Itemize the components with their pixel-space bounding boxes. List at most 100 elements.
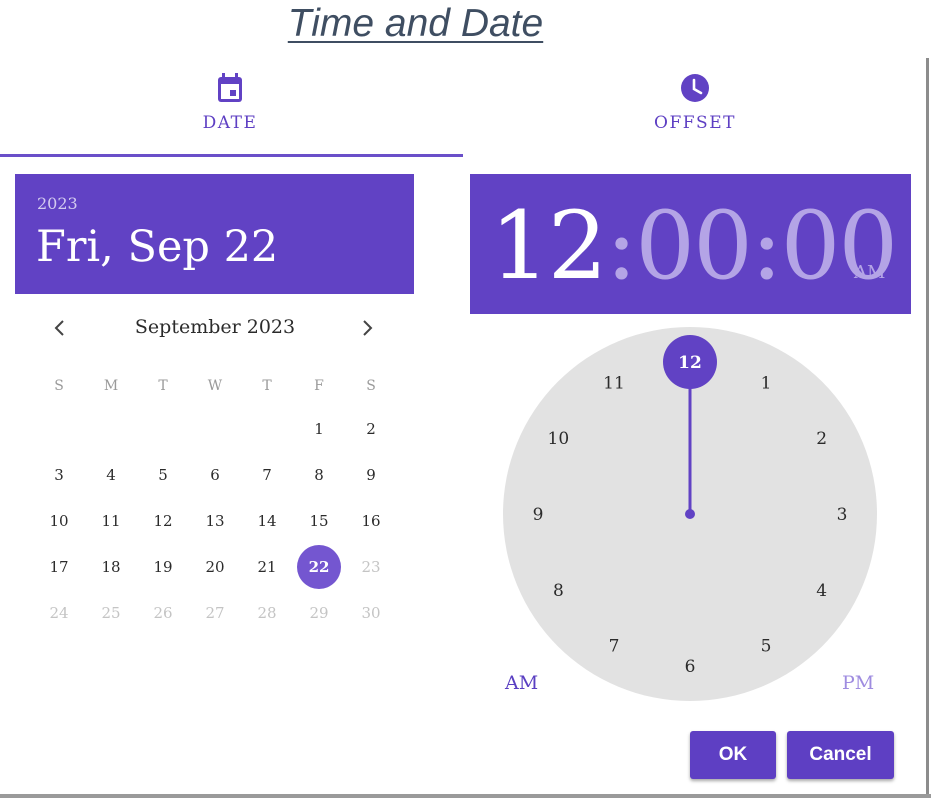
am-button[interactable]: AM	[505, 672, 538, 694]
calendar-day-label: 15	[309, 512, 329, 530]
calendar-day-label: 26	[153, 604, 173, 622]
clock-number-12[interactable]: 12	[678, 353, 702, 373]
weekday-label: W	[207, 378, 223, 394]
calendar-day-label: 1	[314, 420, 324, 438]
clock-icon	[465, 72, 925, 104]
weekday-label: M	[103, 378, 119, 394]
calendar-day[interactable]: 6	[189, 452, 241, 498]
calendar-day[interactable]: 3	[33, 452, 85, 498]
time-minutes-seconds[interactable]: :00:00	[606, 192, 899, 301]
calendar-day[interactable]: 9	[345, 452, 397, 498]
active-tab-indicator	[0, 154, 463, 157]
weekday-header-row: SMTWTFS	[33, 366, 397, 406]
ok-button[interactable]: OK	[690, 731, 776, 779]
calendar-week-row: 10 11 12 13 14 15 16	[33, 498, 397, 544]
clock-number-5[interactable]: 5	[761, 637, 772, 657]
calendar-empty-cell	[241, 406, 293, 452]
date-year[interactable]: 2023	[37, 194, 78, 213]
calendar-day: 24	[33, 590, 85, 636]
calendar-day-label: 12	[153, 512, 173, 530]
calendar-week-row: 17 18 19 20 21 22 23	[33, 544, 397, 590]
clock-number-7[interactable]: 7	[609, 637, 620, 657]
cancel-button[interactable]: Cancel	[787, 731, 894, 779]
calendar-empty-cell	[33, 406, 85, 452]
tab-offset[interactable]: OFFSET	[465, 72, 925, 133]
time-ampm[interactable]: AM	[854, 262, 885, 283]
calendar-day-label: 4	[106, 466, 116, 484]
calendar-day-label: 16	[361, 512, 381, 530]
clock-center-dot	[685, 509, 695, 519]
clock-number-4[interactable]: 4	[816, 581, 827, 601]
clock-number-8[interactable]: 8	[553, 581, 564, 601]
calendar-day: 26	[137, 590, 189, 636]
clock-number-3[interactable]: 3	[837, 505, 848, 525]
calendar-day[interactable]: 21	[241, 544, 293, 590]
dialog-border-right	[926, 58, 929, 798]
calendar-day[interactable]: 5	[137, 452, 189, 498]
clock-number-9[interactable]: 9	[533, 505, 544, 525]
calendar-day-label: 28	[257, 604, 277, 622]
calendar-day[interactable]: 15	[293, 498, 345, 544]
page-title-text: Time and Date	[287, 2, 544, 45]
calendar-day[interactable]: 7	[241, 452, 293, 498]
calendar-day: 25	[85, 590, 137, 636]
clock-number-11[interactable]: 11	[603, 373, 625, 393]
calendar-day[interactable]: 1	[293, 406, 345, 452]
calendar-day-label: 6	[210, 466, 220, 484]
calendar-day-label: 3	[54, 466, 64, 484]
calendar-week-row: 12	[33, 406, 397, 452]
calendar-day-label: 21	[257, 558, 277, 576]
calendar-day-selected[interactable]: 22	[293, 544, 345, 590]
next-month-button[interactable]	[353, 314, 381, 342]
weekday-label: F	[314, 378, 324, 394]
calendar-day[interactable]: 19	[137, 544, 189, 590]
tab-date[interactable]: DATE	[0, 72, 460, 133]
calendar-icon	[0, 72, 460, 104]
calendar-day-label: 11	[101, 512, 121, 530]
calendar-day[interactable]: 13	[189, 498, 241, 544]
calendar-day: 29	[293, 590, 345, 636]
calendar-day[interactable]: 14	[241, 498, 293, 544]
clock-number-6[interactable]: 6	[685, 657, 696, 677]
calendar-day-label: 27	[205, 604, 225, 622]
calendar-day-label: 24	[49, 604, 69, 622]
calendar-day-label: 13	[205, 512, 225, 530]
calendar-day-label: 8	[314, 466, 324, 484]
calendar-navigation: September 2023	[40, 312, 390, 344]
calendar-day-label: 19	[153, 558, 173, 576]
pm-button[interactable]: PM	[842, 672, 874, 694]
calendar-day-label: 14	[257, 512, 277, 530]
calendar-day[interactable]: 18	[85, 544, 137, 590]
calendar-empty-cell	[137, 406, 189, 452]
calendar-day-label: 7	[262, 466, 272, 484]
calendar-day[interactable]: 2	[345, 406, 397, 452]
weekday-label: T	[158, 378, 168, 394]
calendar-empty-cell	[85, 406, 137, 452]
calendar-empty-cell	[189, 406, 241, 452]
tab-date-label: DATE	[202, 113, 258, 133]
clock-number-1[interactable]: 1	[761, 373, 772, 393]
calendar-day-label: 22	[297, 545, 341, 589]
chevron-right-icon	[363, 320, 373, 336]
calendar-day[interactable]: 11	[85, 498, 137, 544]
calendar-day[interactable]: 10	[33, 498, 85, 544]
time-hour[interactable]: 12	[490, 192, 608, 301]
calendar-day-label: 30	[361, 604, 381, 622]
calendar-day-label: 23	[361, 558, 381, 576]
calendar-day[interactable]: 8	[293, 452, 345, 498]
selected-date[interactable]: Fri, Sep 22	[36, 222, 278, 272]
calendar-day[interactable]: 17	[33, 544, 85, 590]
calendar-day[interactable]: 16	[345, 498, 397, 544]
calendar-day[interactable]: 4	[85, 452, 137, 498]
calendar-day-label: 5	[158, 466, 168, 484]
weekday-label: S	[54, 378, 64, 394]
calendar-day[interactable]: 12	[137, 498, 189, 544]
date-header: 2023 Fri, Sep 22	[15, 174, 414, 294]
calendar-day[interactable]: 20	[189, 544, 241, 590]
clock-number-2[interactable]: 2	[816, 429, 827, 449]
calendar-week-row: 24 25 26 27 28 29 30	[33, 590, 397, 636]
clock-number-10[interactable]: 10	[548, 429, 570, 449]
calendar-day: 30	[345, 590, 397, 636]
clock-face[interactable]: 121234567891011	[503, 327, 877, 701]
calendar-day-label: 2	[366, 420, 376, 438]
